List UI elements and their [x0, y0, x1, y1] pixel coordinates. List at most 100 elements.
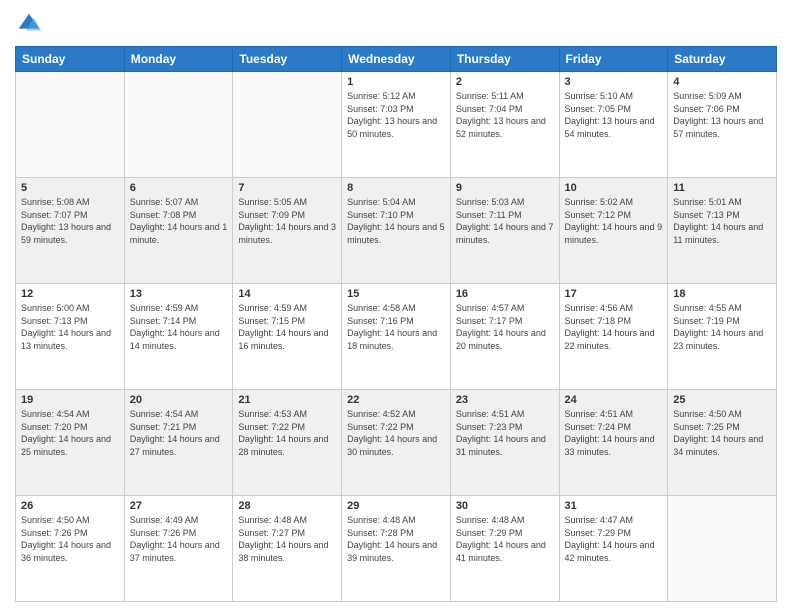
day-info: Sunrise: 5:08 AMSunset: 7:07 PMDaylight:…	[21, 196, 119, 246]
day-info: Sunrise: 5:09 AMSunset: 7:06 PMDaylight:…	[673, 90, 771, 140]
day-info: Sunrise: 4:50 AMSunset: 7:26 PMDaylight:…	[21, 514, 119, 564]
calendar-cell: 17 Sunrise: 4:56 AMSunset: 7:18 PMDaylig…	[559, 284, 668, 390]
day-info: Sunrise: 4:47 AMSunset: 7:29 PMDaylight:…	[565, 514, 663, 564]
calendar-cell	[668, 496, 777, 602]
day-number: 10	[565, 182, 663, 194]
day-info: Sunrise: 4:54 AMSunset: 7:21 PMDaylight:…	[130, 408, 228, 458]
calendar-cell: 19 Sunrise: 4:54 AMSunset: 7:20 PMDaylig…	[16, 390, 125, 496]
day-number: 25	[673, 394, 771, 406]
day-number: 3	[565, 76, 663, 88]
day-number: 18	[673, 288, 771, 300]
day-info: Sunrise: 4:51 AMSunset: 7:23 PMDaylight:…	[456, 408, 554, 458]
calendar-cell: 14 Sunrise: 4:59 AMSunset: 7:15 PMDaylig…	[233, 284, 342, 390]
day-info: Sunrise: 4:59 AMSunset: 7:15 PMDaylight:…	[238, 302, 336, 352]
day-info: Sunrise: 4:58 AMSunset: 7:16 PMDaylight:…	[347, 302, 445, 352]
calendar-row: 5 Sunrise: 5:08 AMSunset: 7:07 PMDayligh…	[16, 178, 777, 284]
day-info: Sunrise: 4:54 AMSunset: 7:20 PMDaylight:…	[21, 408, 119, 458]
calendar-table: SundayMondayTuesdayWednesdayThursdayFrid…	[15, 46, 777, 602]
day-number: 30	[456, 500, 554, 512]
calendar-cell: 15 Sunrise: 4:58 AMSunset: 7:16 PMDaylig…	[342, 284, 451, 390]
calendar-header-friday: Friday	[559, 47, 668, 72]
calendar-cell: 28 Sunrise: 4:48 AMSunset: 7:27 PMDaylig…	[233, 496, 342, 602]
day-number: 16	[456, 288, 554, 300]
day-number: 4	[673, 76, 771, 88]
logo	[15, 10, 47, 38]
calendar-row: 1 Sunrise: 5:12 AMSunset: 7:03 PMDayligh…	[16, 72, 777, 178]
header	[15, 10, 777, 38]
day-info: Sunrise: 5:11 AMSunset: 7:04 PMDaylight:…	[456, 90, 554, 140]
day-info: Sunrise: 4:56 AMSunset: 7:18 PMDaylight:…	[565, 302, 663, 352]
calendar-cell: 23 Sunrise: 4:51 AMSunset: 7:23 PMDaylig…	[450, 390, 559, 496]
day-info: Sunrise: 5:12 AMSunset: 7:03 PMDaylight:…	[347, 90, 445, 140]
calendar-cell	[124, 72, 233, 178]
day-info: Sunrise: 4:51 AMSunset: 7:24 PMDaylight:…	[565, 408, 663, 458]
day-info: Sunrise: 4:48 AMSunset: 7:27 PMDaylight:…	[238, 514, 336, 564]
day-number: 23	[456, 394, 554, 406]
day-number: 22	[347, 394, 445, 406]
calendar-cell: 5 Sunrise: 5:08 AMSunset: 7:07 PMDayligh…	[16, 178, 125, 284]
day-info: Sunrise: 4:49 AMSunset: 7:26 PMDaylight:…	[130, 514, 228, 564]
calendar-cell: 16 Sunrise: 4:57 AMSunset: 7:17 PMDaylig…	[450, 284, 559, 390]
day-number: 17	[565, 288, 663, 300]
calendar-cell: 22 Sunrise: 4:52 AMSunset: 7:22 PMDaylig…	[342, 390, 451, 496]
day-number: 5	[21, 182, 119, 194]
day-number: 28	[238, 500, 336, 512]
day-number: 15	[347, 288, 445, 300]
day-info: Sunrise: 4:57 AMSunset: 7:17 PMDaylight:…	[456, 302, 554, 352]
day-info: Sunrise: 4:59 AMSunset: 7:14 PMDaylight:…	[130, 302, 228, 352]
calendar-header-saturday: Saturday	[668, 47, 777, 72]
calendar-cell: 10 Sunrise: 5:02 AMSunset: 7:12 PMDaylig…	[559, 178, 668, 284]
calendar-cell: 6 Sunrise: 5:07 AMSunset: 7:08 PMDayligh…	[124, 178, 233, 284]
calendar-cell: 21 Sunrise: 4:53 AMSunset: 7:22 PMDaylig…	[233, 390, 342, 496]
day-number: 14	[238, 288, 336, 300]
calendar-cell: 24 Sunrise: 4:51 AMSunset: 7:24 PMDaylig…	[559, 390, 668, 496]
day-info: Sunrise: 5:05 AMSunset: 7:09 PMDaylight:…	[238, 196, 336, 246]
day-number: 11	[673, 182, 771, 194]
day-info: Sunrise: 5:01 AMSunset: 7:13 PMDaylight:…	[673, 196, 771, 246]
calendar-cell: 26 Sunrise: 4:50 AMSunset: 7:26 PMDaylig…	[16, 496, 125, 602]
calendar-cell: 27 Sunrise: 4:49 AMSunset: 7:26 PMDaylig…	[124, 496, 233, 602]
calendar-cell: 9 Sunrise: 5:03 AMSunset: 7:11 PMDayligh…	[450, 178, 559, 284]
calendar-cell: 7 Sunrise: 5:05 AMSunset: 7:09 PMDayligh…	[233, 178, 342, 284]
day-info: Sunrise: 5:07 AMSunset: 7:08 PMDaylight:…	[130, 196, 228, 246]
calendar-header-wednesday: Wednesday	[342, 47, 451, 72]
page: SundayMondayTuesdayWednesdayThursdayFrid…	[0, 0, 792, 612]
day-info: Sunrise: 4:48 AMSunset: 7:29 PMDaylight:…	[456, 514, 554, 564]
calendar-row: 12 Sunrise: 5:00 AMSunset: 7:13 PMDaylig…	[16, 284, 777, 390]
day-number: 7	[238, 182, 336, 194]
day-info: Sunrise: 5:04 AMSunset: 7:10 PMDaylight:…	[347, 196, 445, 246]
calendar-header-thursday: Thursday	[450, 47, 559, 72]
calendar-cell: 30 Sunrise: 4:48 AMSunset: 7:29 PMDaylig…	[450, 496, 559, 602]
logo-icon	[15, 10, 43, 38]
day-number: 19	[21, 394, 119, 406]
day-number: 31	[565, 500, 663, 512]
calendar-header-monday: Monday	[124, 47, 233, 72]
day-number: 26	[21, 500, 119, 512]
calendar-cell: 2 Sunrise: 5:11 AMSunset: 7:04 PMDayligh…	[450, 72, 559, 178]
day-info: Sunrise: 4:52 AMSunset: 7:22 PMDaylight:…	[347, 408, 445, 458]
calendar-cell	[16, 72, 125, 178]
day-number: 8	[347, 182, 445, 194]
day-info: Sunrise: 4:48 AMSunset: 7:28 PMDaylight:…	[347, 514, 445, 564]
calendar-cell: 8 Sunrise: 5:04 AMSunset: 7:10 PMDayligh…	[342, 178, 451, 284]
calendar-cell: 3 Sunrise: 5:10 AMSunset: 7:05 PMDayligh…	[559, 72, 668, 178]
day-number: 20	[130, 394, 228, 406]
calendar-cell: 25 Sunrise: 4:50 AMSunset: 7:25 PMDaylig…	[668, 390, 777, 496]
day-number: 12	[21, 288, 119, 300]
day-number: 24	[565, 394, 663, 406]
day-number: 21	[238, 394, 336, 406]
day-number: 13	[130, 288, 228, 300]
calendar-cell: 1 Sunrise: 5:12 AMSunset: 7:03 PMDayligh…	[342, 72, 451, 178]
calendar-cell: 18 Sunrise: 4:55 AMSunset: 7:19 PMDaylig…	[668, 284, 777, 390]
day-number: 6	[130, 182, 228, 194]
calendar-row: 26 Sunrise: 4:50 AMSunset: 7:26 PMDaylig…	[16, 496, 777, 602]
day-number: 29	[347, 500, 445, 512]
calendar-cell: 13 Sunrise: 4:59 AMSunset: 7:14 PMDaylig…	[124, 284, 233, 390]
calendar-header-tuesday: Tuesday	[233, 47, 342, 72]
calendar-cell	[233, 72, 342, 178]
day-info: Sunrise: 4:53 AMSunset: 7:22 PMDaylight:…	[238, 408, 336, 458]
day-info: Sunrise: 4:50 AMSunset: 7:25 PMDaylight:…	[673, 408, 771, 458]
day-number: 27	[130, 500, 228, 512]
calendar-cell: 31 Sunrise: 4:47 AMSunset: 7:29 PMDaylig…	[559, 496, 668, 602]
calendar-header-row: SundayMondayTuesdayWednesdayThursdayFrid…	[16, 47, 777, 72]
